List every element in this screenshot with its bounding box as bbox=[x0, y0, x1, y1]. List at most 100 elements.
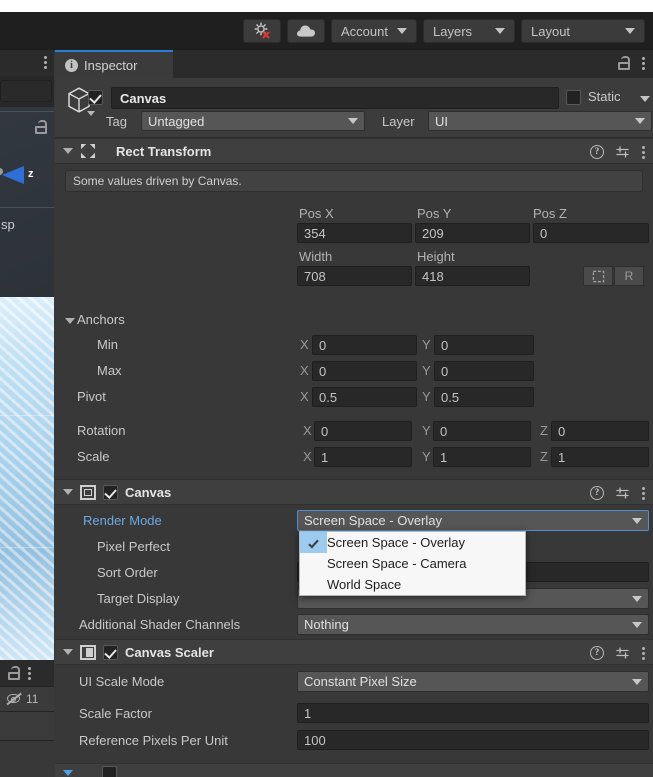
render-mode-popup-menu[interactable]: Screen Space - Overlay Screen Space - Ca… bbox=[299, 531, 526, 596]
lock-open-icon[interactable] bbox=[8, 666, 20, 680]
preset-settings-icon[interactable] bbox=[616, 646, 630, 660]
tag-dropdown[interactable]: Untagged bbox=[141, 111, 365, 131]
pos-x-field[interactable]: 354 bbox=[297, 223, 412, 243]
foldout-arrow-icon[interactable] bbox=[65, 318, 75, 324]
blueprint-mode-button[interactable] bbox=[583, 266, 613, 286]
pos-y-field[interactable]: 209 bbox=[415, 223, 530, 243]
render-mode-dropdown[interactable]: Screen Space - Overlay bbox=[297, 510, 649, 531]
pivot-y-field[interactable]: 0.5 bbox=[434, 387, 534, 407]
chevron-down-icon[interactable] bbox=[87, 111, 95, 116]
popup-selected-indicator bbox=[300, 532, 327, 553]
cloud-button[interactable] bbox=[287, 19, 326, 43]
layer-dropdown[interactable]: UI bbox=[428, 111, 652, 131]
axis-x-label: X bbox=[300, 389, 309, 404]
popup-option-2[interactable]: World Space bbox=[300, 574, 525, 595]
scene-gizmo[interactable]: z bbox=[0, 162, 54, 190]
services-button[interactable] bbox=[243, 19, 282, 43]
scale-x-field[interactable]: 1 bbox=[314, 447, 412, 467]
kebab-menu-icon[interactable] bbox=[44, 56, 47, 69]
popup-option-1[interactable]: Screen Space - Camera bbox=[300, 553, 525, 574]
lock-open-icon[interactable] bbox=[35, 120, 47, 134]
static-checkbox[interactable] bbox=[566, 90, 581, 105]
additional-shader-channels-dropdown[interactable]: Nothing bbox=[297, 614, 649, 635]
kebab-menu-icon[interactable] bbox=[642, 145, 645, 159]
kebab-menu-icon[interactable] bbox=[642, 486, 645, 500]
ui-scale-mode-dropdown[interactable]: Constant Pixel Size bbox=[297, 671, 649, 692]
help-icon[interactable]: ? bbox=[590, 145, 604, 159]
rotation-x-field[interactable]: 0 bbox=[314, 421, 412, 441]
canvas-scaler-icon bbox=[80, 644, 96, 660]
layers-dropdown[interactable]: Layers bbox=[423, 19, 515, 43]
rotation-z-field[interactable]: 0 bbox=[551, 421, 649, 441]
hidden-objects-row[interactable]: 11 bbox=[0, 686, 54, 712]
left-panel-search-field[interactable] bbox=[0, 80, 52, 102]
cloud-icon bbox=[297, 25, 316, 37]
scale-y-field[interactable]: 1 bbox=[433, 447, 531, 467]
help-icon[interactable]: ? bbox=[590, 646, 604, 660]
component-header-rect-transform[interactable]: Rect Transform ? bbox=[55, 138, 653, 164]
tab-inspector[interactable]: i Inspector bbox=[55, 50, 173, 78]
render-mode-label: Render Mode bbox=[83, 513, 162, 528]
component-title: Rect Transform bbox=[116, 143, 212, 159]
gizmo-z-arrow bbox=[2, 166, 24, 184]
gameobject-enabled-checkbox[interactable] bbox=[88, 90, 103, 105]
canvas-enabled-checkbox[interactable] bbox=[103, 484, 118, 500]
component-header-next-partial[interactable] bbox=[55, 763, 653, 777]
popup-option-label: Screen Space - Camera bbox=[327, 556, 467, 571]
component-header-canvas[interactable]: Canvas ? bbox=[55, 479, 653, 505]
anchor-min-x-field[interactable]: 0 bbox=[312, 335, 417, 355]
foldout-arrow-icon[interactable] bbox=[63, 770, 73, 776]
width-field[interactable]: 708 bbox=[297, 266, 412, 286]
next-component-enabled-checkbox[interactable] bbox=[102, 765, 117, 777]
rect-transform-helpbox: Some values driven by Canvas. bbox=[65, 170, 643, 192]
preset-settings-icon[interactable] bbox=[616, 486, 630, 500]
help-icon[interactable]: ? bbox=[590, 486, 604, 500]
pos-y-header: Pos Y bbox=[417, 206, 452, 221]
component-header-canvas-scaler[interactable]: Canvas Scaler ? bbox=[55, 639, 653, 665]
kebab-menu-icon[interactable] bbox=[642, 56, 645, 70]
layout-dropdown[interactable]: Layout bbox=[521, 19, 645, 43]
kebab-menu-icon[interactable] bbox=[642, 646, 645, 660]
static-dropdown-chevron-icon[interactable] bbox=[640, 96, 650, 102]
foldout-arrow-icon[interactable] bbox=[63, 148, 73, 154]
kebab-menu-icon[interactable] bbox=[28, 666, 31, 680]
height-header: Height bbox=[417, 249, 455, 264]
reference-ppu-field[interactable]: 100 bbox=[297, 730, 649, 750]
height-field[interactable]: 418 bbox=[415, 266, 530, 286]
rotation-label: Rotation bbox=[77, 423, 126, 438]
pixel-perfect-label: Pixel Perfect bbox=[97, 539, 170, 554]
lock-open-icon[interactable] bbox=[618, 56, 630, 70]
popup-option-0[interactable]: Screen Space - Overlay bbox=[300, 532, 525, 553]
chevron-down-icon bbox=[495, 28, 505, 34]
axis-y-label: Y bbox=[422, 363, 431, 378]
layout-label: Layout bbox=[531, 23, 571, 39]
ui-scale-mode-label: UI Scale Mode bbox=[79, 674, 165, 689]
scale-factor-field[interactable]: 1 bbox=[297, 703, 649, 723]
rotation-y-field[interactable]: 0 bbox=[433, 421, 531, 441]
gameobject-name-field[interactable]: Canvas bbox=[111, 87, 559, 109]
popup-selected-indicator bbox=[300, 574, 327, 595]
pos-z-field[interactable]: 0 bbox=[533, 223, 649, 243]
gizmo-axis-label: z bbox=[28, 168, 34, 180]
additional-shader-channels-label: Additional Shader Channels bbox=[79, 617, 241, 632]
scene-view-clipped[interactable]: z sp bbox=[0, 107, 54, 660]
foldout-arrow-icon[interactable] bbox=[63, 649, 73, 655]
anchor-min-y-field[interactable]: 0 bbox=[434, 335, 534, 355]
axis-x-label: X bbox=[300, 363, 309, 378]
axis-x-label: X bbox=[303, 449, 312, 464]
foldout-arrow-icon[interactable] bbox=[63, 489, 73, 495]
anchor-max-y-field[interactable]: 0 bbox=[434, 361, 534, 381]
left-panel-spacer bbox=[0, 712, 54, 740]
component-actions: ? bbox=[590, 486, 645, 500]
preset-settings-icon[interactable] bbox=[616, 145, 630, 159]
rect-transform-icon bbox=[80, 143, 96, 159]
pivot-x-field[interactable]: 0.5 bbox=[312, 387, 417, 407]
anchor-max-x-field[interactable]: 0 bbox=[312, 361, 417, 381]
inspector-tabbar: i Inspector bbox=[55, 50, 653, 78]
account-dropdown[interactable]: Account bbox=[331, 19, 417, 43]
raw-edit-button[interactable]: R bbox=[614, 266, 644, 286]
scale-z-field[interactable]: 1 bbox=[551, 447, 649, 467]
axis-x-label: X bbox=[303, 423, 312, 438]
layers-label: Layers bbox=[433, 23, 473, 39]
canvas-scaler-enabled-checkbox[interactable] bbox=[103, 644, 118, 660]
